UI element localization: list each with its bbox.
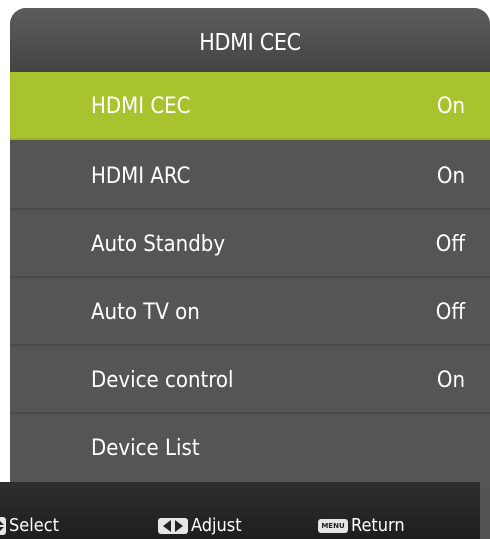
menu-title-bar: HDMI CEC	[10, 8, 490, 72]
adjust-hint-label: Adjust	[191, 515, 242, 536]
select-hint: Select	[0, 516, 59, 536]
return-hint-label: Return	[351, 515, 405, 536]
menu-item-label: Device List	[91, 436, 200, 461]
menu-item-auto-tv-on[interactable]: Auto TV on Off	[10, 278, 490, 346]
menu-item-label: Auto TV on	[91, 300, 200, 325]
key-hint-bar: Select Adjust MENU Return	[0, 482, 480, 539]
menu-item-label: HDMI CEC	[91, 94, 191, 119]
adjust-hint: Adjust	[158, 516, 242, 536]
menu-item-hdmi-cec[interactable]: HDMI CEC On	[10, 72, 490, 140]
hdmi-cec-menu-panel: HDMI CEC HDMI CEC On HDMI ARC On Auto St…	[10, 8, 490, 539]
menu-title: HDMI CEC	[199, 30, 301, 56]
up-down-arrow-icon	[0, 517, 6, 535]
menu-item-value: Off	[435, 232, 465, 257]
return-hint: MENU Return	[318, 516, 405, 536]
menu-item-label: Device control	[91, 368, 234, 393]
menu-item-value: On	[436, 164, 465, 189]
menu-item-label: Auto Standby	[91, 232, 226, 257]
menu-item-value: On	[436, 368, 465, 393]
menu-item-hdmi-arc[interactable]: HDMI ARC On	[10, 142, 490, 210]
menu-item-value: Off	[435, 300, 465, 325]
left-right-arrow-icon	[158, 518, 188, 534]
menu-item-auto-standby[interactable]: Auto Standby Off	[10, 210, 490, 278]
menu-item-value: On	[436, 94, 465, 119]
menu-item-label: HDMI ARC	[91, 164, 191, 189]
menu-item-device-control[interactable]: Device control On	[10, 346, 490, 414]
select-hint-label: Select	[9, 515, 59, 536]
menu-key-icon: MENU	[318, 519, 348, 533]
menu-item-device-list[interactable]: Device List	[10, 414, 490, 482]
